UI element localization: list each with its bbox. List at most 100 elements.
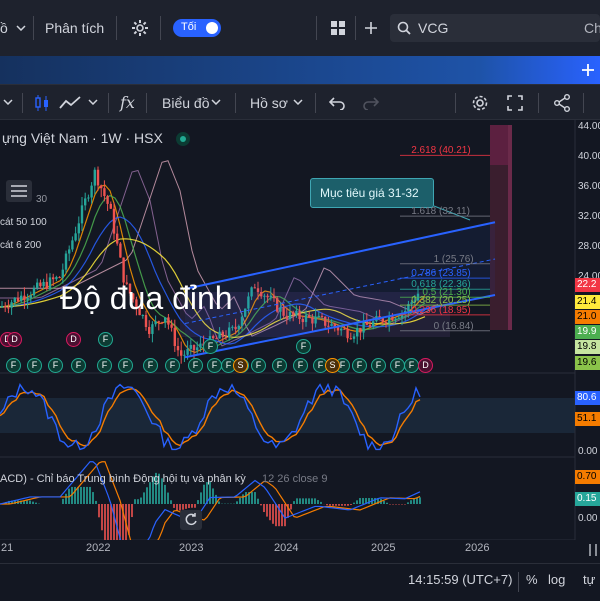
dividend-marker[interactable]: F bbox=[188, 358, 203, 373]
candle-body bbox=[87, 197, 90, 199]
plus-icon[interactable] bbox=[361, 18, 381, 38]
earnings-marker[interactable]: D bbox=[418, 358, 433, 373]
candle-body bbox=[90, 185, 93, 198]
candle-body bbox=[20, 295, 23, 302]
candle-body bbox=[7, 307, 10, 309]
log-toggle[interactable]: log bbox=[548, 572, 565, 587]
profile-button[interactable]: Hồ sơ bbox=[250, 95, 288, 111]
theme-label: Tối bbox=[181, 21, 197, 33]
earnings-marker[interactable]: D bbox=[66, 332, 81, 347]
analysis-button[interactable]: Phân tích bbox=[45, 20, 104, 36]
indicators-button[interactable]: Biểu đồ bbox=[162, 95, 209, 111]
symbol-title[interactable]: ựng Việt Nam · 1W · HSX bbox=[2, 130, 163, 146]
gear-icon[interactable] bbox=[130, 18, 150, 38]
split-marker[interactable]: S bbox=[325, 358, 340, 373]
split-marker[interactable]: S bbox=[233, 358, 248, 373]
dividend-marker[interactable]: F bbox=[118, 358, 133, 373]
undo-icon[interactable] bbox=[328, 94, 346, 112]
dividend-marker[interactable]: F bbox=[293, 358, 308, 373]
percent-toggle[interactable]: % bbox=[526, 572, 538, 587]
timeframe-partial[interactable]: ồ bbox=[0, 20, 8, 36]
dividend-marker[interactable]: F bbox=[352, 358, 367, 373]
search-input[interactable]: VCG bbox=[418, 20, 448, 36]
chart-area[interactable]: ựng Việt Nam · 1W · HSX 30 cát 50 100 cá… bbox=[0, 120, 600, 540]
price-axis-label: 36.00 bbox=[578, 181, 600, 192]
divider bbox=[316, 16, 317, 40]
fib-label: 2.618 (40.21) bbox=[411, 145, 471, 157]
fullscreen-icon[interactable] bbox=[505, 93, 525, 113]
symbol-search[interactable]: VCG Ch bbox=[390, 14, 600, 42]
dividend-marker[interactable]: F bbox=[165, 358, 180, 373]
dividend-marker[interactable]: F bbox=[71, 358, 86, 373]
candle-body bbox=[346, 328, 349, 339]
dividend-marker[interactable]: F bbox=[390, 358, 405, 373]
fib-label: 1.618 (32.11) bbox=[411, 206, 470, 218]
divider bbox=[583, 93, 584, 113]
time-label: 2024 bbox=[274, 542, 299, 554]
divider bbox=[160, 16, 161, 40]
divider bbox=[146, 93, 147, 113]
line-chart-icon[interactable] bbox=[58, 93, 82, 113]
dividend-marker[interactable]: F bbox=[251, 358, 266, 373]
time-label: 2026 bbox=[465, 542, 490, 554]
candle-body bbox=[359, 327, 362, 333]
candle-body bbox=[36, 282, 39, 288]
theme-toggle[interactable]: Tối bbox=[173, 19, 221, 37]
compare-partial[interactable]: Ch bbox=[584, 20, 600, 36]
indicators-icon[interactable]: fx bbox=[120, 93, 135, 112]
candle-body bbox=[397, 317, 400, 319]
candle-body bbox=[122, 257, 125, 283]
chevron-down-icon[interactable] bbox=[210, 96, 222, 108]
dividend-marker[interactable]: F bbox=[97, 358, 112, 373]
dividend-marker[interactable]: F bbox=[6, 358, 21, 373]
time-label: 2022 bbox=[86, 542, 111, 554]
settings-icon[interactable] bbox=[470, 93, 490, 113]
candles-icon[interactable] bbox=[33, 93, 51, 113]
candle-body bbox=[29, 295, 32, 298]
date-range-icon[interactable] bbox=[586, 540, 600, 560]
candle-body bbox=[167, 317, 170, 325]
chart-toolbar: fx Biểu đồ Hồ sơ bbox=[0, 84, 600, 120]
candle-body bbox=[80, 205, 84, 224]
annotation-text[interactable]: Độ đua đỉnh bbox=[60, 280, 233, 317]
time-axis[interactable]: 21 2022 2023 2024 2025 2026 bbox=[0, 538, 600, 562]
candle-body bbox=[176, 346, 180, 351]
clock[interactable]: 14:15:59 (UTC+7) bbox=[408, 572, 512, 587]
candle-body bbox=[10, 302, 13, 308]
earnings-marker[interactable]: D bbox=[7, 332, 22, 347]
candle-body bbox=[48, 277, 52, 289]
legend-toggle-icon[interactable] bbox=[6, 180, 32, 202]
candle-body bbox=[106, 196, 109, 204]
chevron-down-icon[interactable] bbox=[87, 96, 99, 108]
chevron-down-icon[interactable] bbox=[14, 20, 28, 36]
auto-toggle[interactable]: tự bbox=[583, 572, 595, 587]
target-callout[interactable]: Mục tiêu giá 31-32 bbox=[310, 178, 434, 208]
stoch-band bbox=[0, 398, 575, 433]
dividend-marker[interactable]: F bbox=[207, 358, 222, 373]
add-tab-icon[interactable] bbox=[580, 62, 596, 78]
dividend-marker[interactable]: F bbox=[404, 358, 419, 373]
dividend-marker[interactable]: F bbox=[272, 358, 287, 373]
dividend-marker[interactable]: F bbox=[371, 358, 386, 373]
share-icon[interactable] bbox=[552, 93, 572, 113]
macd-label[interactable]: ACD) - Chỉ báo Trung bình Động hội tụ và… bbox=[0, 473, 246, 485]
dividend-marker[interactable]: F bbox=[203, 339, 218, 354]
candle-body bbox=[372, 321, 375, 327]
redo-icon[interactable] bbox=[362, 94, 380, 112]
chevron-down-icon[interactable] bbox=[2, 96, 14, 108]
tab-strip bbox=[0, 56, 600, 84]
dividend-marker[interactable]: F bbox=[27, 358, 42, 373]
layout-grid-icon[interactable] bbox=[328, 18, 348, 38]
dividend-marker[interactable]: F bbox=[296, 339, 311, 354]
time-label: 2025 bbox=[371, 542, 396, 554]
dividend-marker[interactable]: F bbox=[143, 358, 158, 373]
candle-body bbox=[16, 297, 20, 302]
chevron-down-icon[interactable] bbox=[292, 96, 304, 108]
split-marker[interactable]: F bbox=[98, 332, 113, 347]
candle-body bbox=[352, 336, 356, 339]
candle-body bbox=[61, 269, 64, 278]
candle-body bbox=[52, 277, 55, 280]
dividend-marker[interactable]: F bbox=[48, 358, 63, 373]
price-badge: 21.0 bbox=[575, 310, 600, 324]
reset-icon[interactable] bbox=[180, 510, 202, 530]
